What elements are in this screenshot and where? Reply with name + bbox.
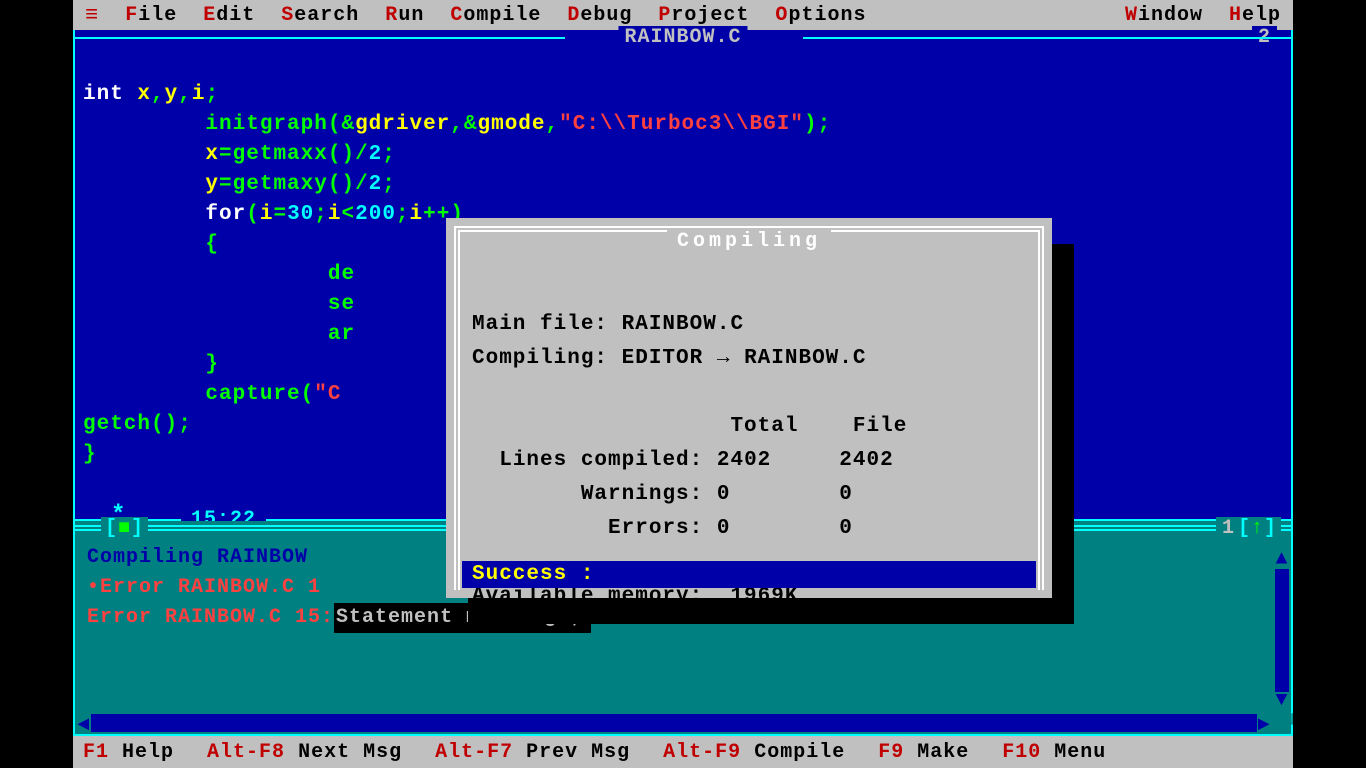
dialog-status-label: Success: [472, 563, 567, 586]
menu-help[interactable]: Help: [1229, 4, 1281, 27]
message-scrollbar-vertical[interactable]: ▲ ▼: [1275, 551, 1289, 710]
editor-title: RAINBOW.C: [618, 26, 747, 49]
menu-file[interactable]: File: [125, 4, 177, 27]
status-menu[interactable]: F10 Menu: [1002, 741, 1106, 764]
scroll-up-icon[interactable]: ▲: [1275, 551, 1289, 569]
menu-search[interactable]: Search: [281, 4, 359, 27]
scroll-right-icon[interactable]: ►: [1257, 714, 1271, 732]
dialog-warnings-total: 0: [717, 483, 731, 506]
menu-run[interactable]: Run: [385, 4, 424, 27]
system-menu-icon[interactable]: ≡: [85, 3, 99, 28]
compiling-dialog: Compiling Main file: RAINBOW.C Compiling…: [446, 218, 1052, 598]
scroll-down-icon[interactable]: ▼: [1275, 692, 1289, 710]
dialog-lines-total: 2402: [717, 449, 771, 472]
dialog-errors-label: Errors:: [608, 517, 703, 540]
menu-options[interactable]: Options: [775, 4, 866, 27]
menu-debug[interactable]: Debug: [567, 4, 632, 27]
dialog-warnings-file: 0: [839, 483, 853, 506]
dialog-memory-label: Available memory:: [472, 585, 717, 608]
dialog-lines-label: Lines compiled:: [499, 449, 703, 472]
scroll-left-icon[interactable]: ◄: [77, 714, 91, 732]
dialog-total-header: Total: [730, 415, 798, 438]
dialog-memory-value: 1969K: [730, 585, 798, 608]
menu-window[interactable]: Window: [1125, 4, 1203, 27]
dialog-compiling-label: Compiling:: [472, 347, 622, 370]
status-help[interactable]: F1 Help: [83, 741, 174, 764]
status-bar: F1 Help Alt-F8 Next Msg Alt-F7 Prev Msg …: [73, 736, 1293, 768]
message-close-button[interactable]: [■]: [101, 517, 148, 540]
dialog-status-bar: Success :: [462, 561, 1036, 588]
status-next-msg[interactable]: Alt-F8 Next Msg: [207, 741, 402, 764]
editor-window-number: 2: [1252, 26, 1277, 49]
status-compile[interactable]: Alt-F9 Compile: [663, 741, 845, 764]
menu-compile[interactable]: Compile: [450, 4, 541, 27]
menu-edit[interactable]: Edit: [203, 4, 255, 27]
message-scrollbar-horizontal[interactable]: ◄ ►: [77, 714, 1271, 732]
status-prev-msg[interactable]: Alt-F7 Prev Msg: [435, 741, 630, 764]
resize-corner-icon[interactable]: ─┘: [1273, 714, 1289, 732]
dialog-lines-file: 2402: [839, 449, 893, 472]
status-make[interactable]: F9 Make: [878, 741, 969, 764]
message-zoom-button[interactable]: [↑]: [1234, 517, 1281, 540]
dialog-file-header: File: [853, 415, 907, 438]
dialog-errors-file: 0: [839, 517, 853, 540]
dialog-main-file: RAINBOW.C: [622, 313, 744, 336]
dialog-errors-total: 0: [717, 517, 731, 540]
dialog-main-file-label: Main file:: [472, 313, 622, 336]
dialog-warnings-label: Warnings:: [581, 483, 703, 506]
menu-project[interactable]: Project: [658, 4, 749, 27]
